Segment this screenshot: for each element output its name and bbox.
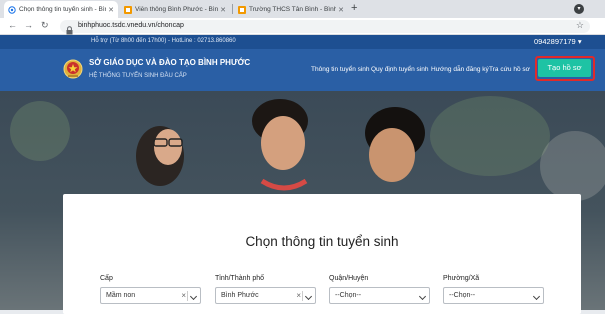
account-menu[interactable]: 0942897179 ▾	[534, 37, 582, 46]
chevron-down-icon: ▾	[577, 37, 582, 46]
nav-quy-dinh-tuyen-sinh[interactable]: Quy định tuyển sinh	[371, 66, 428, 73]
tab-separator	[232, 4, 233, 14]
site-topbar: Hỗ trợ (Từ 8h00 đến 17h00) - HotLine : 0…	[0, 35, 605, 49]
emblem-logo[interactable]	[63, 58, 83, 80]
select-tinh-thanh-pho[interactable]: Bình Phước ×	[215, 287, 316, 304]
browser-tab-3[interactable]: Trường THCS Tân Bình - Bình Ph ✕	[234, 1, 348, 18]
clear-icon[interactable]: ×	[181, 291, 186, 300]
select-cap[interactable]: Mầm non ×	[100, 287, 201, 304]
tab-title: Chọn thông tin tuyển sinh - Bình	[19, 6, 107, 13]
tab-favicon-icon	[238, 5, 246, 14]
nav-huong-dan-dang-ky[interactable]: Hướng dẫn đăng ký	[431, 66, 489, 73]
create-profile-button[interactable]: Tạo hồ sơ	[538, 59, 591, 77]
lock-icon	[66, 22, 73, 35]
site-header: SỞ GIÁO DỤC VÀ ĐÀO TẠO BÌNH PHƯỚC HỆ THỐ…	[0, 49, 605, 91]
clear-icon[interactable]: ×	[296, 291, 301, 300]
reload-icon[interactable]: ↻	[41, 20, 49, 31]
select-quan-value: --Chọn--	[335, 292, 362, 299]
select-phuong-xa[interactable]: --Chọn--	[443, 287, 544, 304]
page-favicon-icon	[8, 5, 16, 14]
hotline-text: Hỗ trợ (Từ 8h00 đến 17h00) - HotLine : 0…	[91, 38, 236, 44]
account-phone: 0942897179	[534, 37, 576, 46]
org-name: SỞ GIÁO DỤC VÀ ĐÀO TẠO BÌNH PHƯỚC	[89, 58, 251, 67]
chevron-down-icon	[304, 292, 313, 301]
form-title: Chọn thông tin tuyển sinh	[245, 234, 399, 249]
close-tab-icon[interactable]: ✕	[108, 6, 114, 14]
select-divider	[187, 291, 188, 301]
back-icon[interactable]: ←	[8, 20, 17, 30]
chevron-down-icon	[189, 292, 198, 301]
close-tab-icon[interactable]: ✕	[338, 6, 344, 14]
select-divider	[302, 291, 303, 301]
chevron-down-icon	[418, 292, 427, 301]
browser-tab-2[interactable]: Viễn thông Bình Phước - Bình Ph ✕	[120, 1, 230, 18]
browser-tab-1[interactable]: Chọn thông tin tuyển sinh - Bình ✕	[4, 1, 118, 18]
nav-thong-tin-tuyen-sinh[interactable]: Thông tin tuyển sinh	[311, 66, 370, 73]
url-text: binhphuoc.tsdc.vnedu.vn/choncap	[78, 22, 184, 29]
select-phuong-value: --Chọn--	[449, 292, 476, 299]
org-subtitle: HỆ THỐNG TUYỂN SINH ĐẦU CẤP	[89, 73, 187, 79]
tab-search-icon[interactable]: ▾	[574, 4, 584, 14]
browser-tabstrip: Chọn thông tin tuyển sinh - Bình ✕ Viễn …	[0, 0, 605, 18]
nav-tra-cuu-ho-so[interactable]: Tra cứu hồ sơ	[489, 66, 530, 73]
label-cap: Cấp	[100, 275, 113, 282]
label-phuong-xa: Phường/Xã	[443, 275, 480, 282]
browser-toolbar: ← → ↻ binhphuoc.tsdc.vnedu.vn/choncap ☆	[0, 18, 605, 35]
selection-card: Chọn thông tin tuyển sinh Cấp Mầm non × …	[63, 194, 581, 314]
close-tab-icon[interactable]: ✕	[220, 6, 226, 14]
tab-favicon-icon	[124, 5, 132, 14]
tab-title: Trường THCS Tân Bình - Bình Ph	[249, 6, 337, 13]
label-tinh-thanh-pho: Tỉnh/Thành phố	[215, 275, 265, 282]
chevron-down-icon	[532, 292, 541, 301]
address-bar[interactable]: binhphuoc.tsdc.vnedu.vn/choncap ☆	[60, 20, 590, 35]
select-tinh-value: Bình Phước	[221, 292, 259, 299]
label-quan-huyen: Quận/Huyện	[329, 275, 369, 282]
forward-icon[interactable]: →	[24, 20, 33, 30]
tab-title: Viễn thông Bình Phước - Bình Ph	[135, 6, 219, 13]
select-cap-value: Mầm non	[106, 292, 136, 299]
new-tab-button[interactable]: +	[351, 2, 357, 14]
select-quan-huyen[interactable]: --Chọn--	[329, 287, 430, 304]
bookmark-star-icon[interactable]: ☆	[576, 20, 584, 31]
